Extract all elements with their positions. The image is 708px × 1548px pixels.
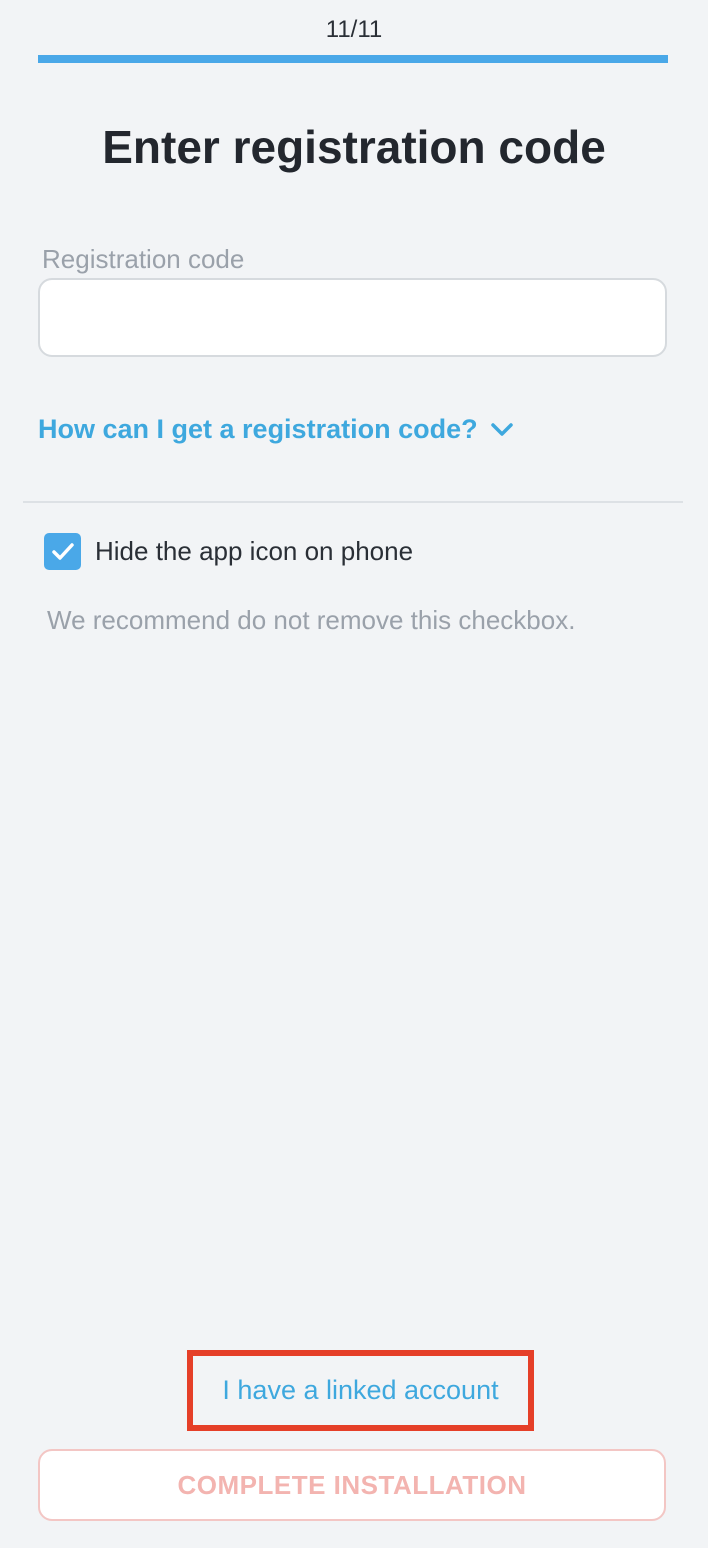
hide-icon-option[interactable]: Hide the app icon on phone bbox=[44, 533, 413, 570]
chevron-down-icon bbox=[490, 422, 513, 436]
linked-account-link[interactable]: I have a linked account bbox=[222, 1375, 498, 1406]
step-counter: 11/11 bbox=[325, 16, 383, 43]
registration-code-help-link[interactable]: How can I get a registration code? bbox=[38, 414, 514, 445]
progress-bar-fill bbox=[38, 55, 668, 63]
linked-account-highlight: I have a linked account bbox=[187, 1350, 534, 1431]
registration-code-input[interactable] bbox=[38, 278, 667, 357]
hide-icon-label: Hide the app icon on phone bbox=[95, 536, 414, 566]
page-title: Enter registration code bbox=[102, 121, 606, 173]
registration-code-label: Registration code bbox=[42, 244, 245, 274]
progress-bar bbox=[38, 55, 668, 63]
complete-installation-button[interactable]: COMPLETE INSTALLATION bbox=[38, 1449, 666, 1521]
divider bbox=[23, 501, 683, 503]
checkmark-icon bbox=[51, 542, 74, 560]
hide-icon-checkbox[interactable] bbox=[44, 533, 81, 570]
checkbox-hint: We recommend do not remove this checkbox… bbox=[47, 605, 576, 635]
help-link-label: How can I get a registration code? bbox=[38, 414, 478, 444]
